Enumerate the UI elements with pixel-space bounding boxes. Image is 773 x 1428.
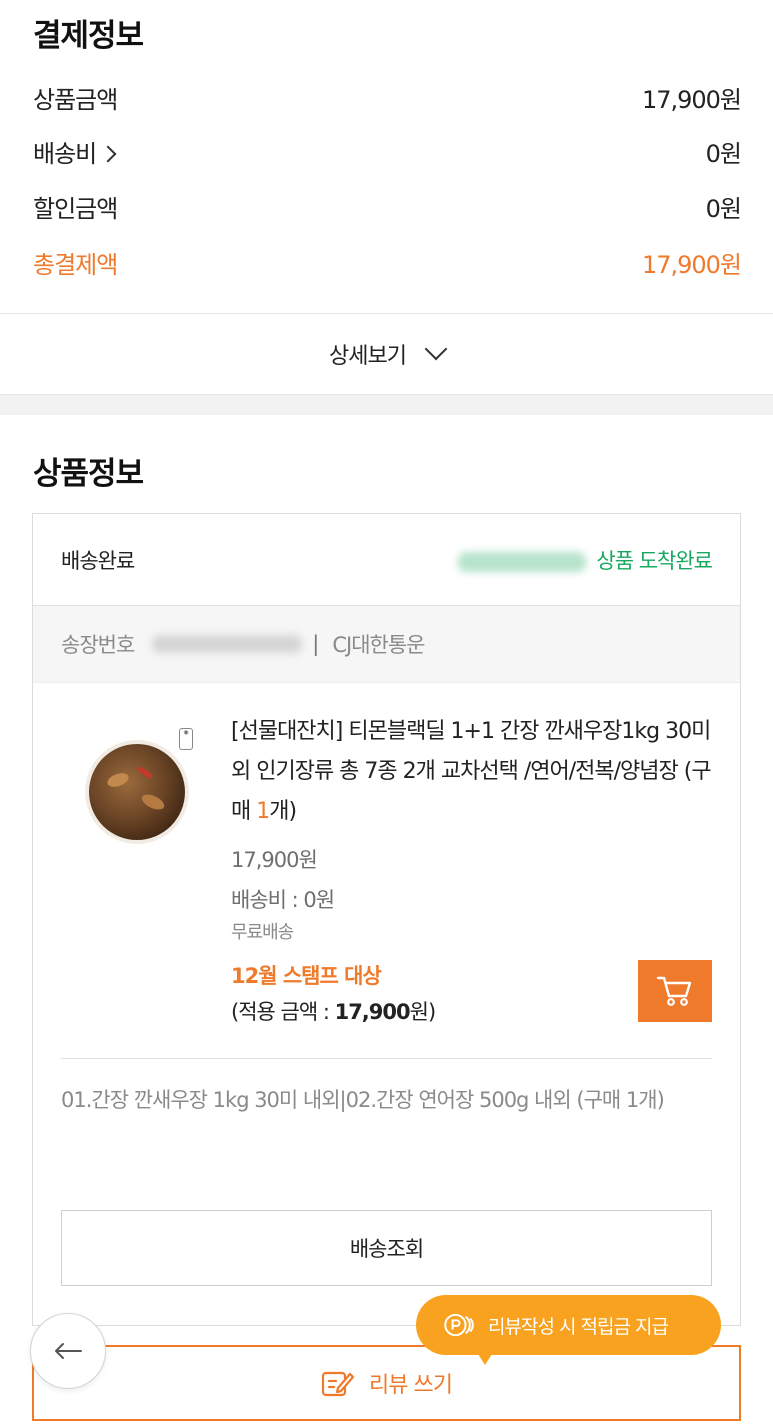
order-card: 배송완료 상품 도착완료 송장번호 | CJ대한통운 ◉ [선물대잔치] 티몬블… xyxy=(32,513,741,1326)
blurred-invoice-number xyxy=(152,635,303,653)
product-price: 17,900원 xyxy=(231,848,318,872)
section-divider xyxy=(0,395,773,415)
product-name[interactable]: [선물대잔치] 티몬블랙딜 1+1 간장 깐새우장1kg 30미 외 인기장류 … xyxy=(231,712,721,832)
applied-amount-value: 17,900 xyxy=(334,1000,411,1024)
total-label: 총결제액 xyxy=(33,250,118,279)
write-review-button[interactable]: 리뷰 쓰기 xyxy=(32,1345,741,1421)
payment-info-section: 결제정보 상품금액 17,900원 배송비 0원 할인금액 0원 총결제액 17… xyxy=(0,0,773,313)
delivery-status-label: 배송완료 xyxy=(61,548,135,573)
pencil-write-icon xyxy=(321,1371,355,1397)
chevron-down-icon xyxy=(424,337,448,361)
option-text: 01.간장 깐새우장 1kg 30미 내외|02.간장 연어장 500g 내외 … xyxy=(61,1088,665,1112)
shipping-fee-value: 0원 xyxy=(705,139,742,168)
product-amount-label: 상품금액 xyxy=(33,85,118,114)
product-shipping-fee: 배송비 : 0원 xyxy=(231,888,335,912)
total-value: 17,900원 xyxy=(641,250,742,279)
write-review-label: 리뷰 쓰기 xyxy=(369,1373,453,1398)
product-thumbnail[interactable] xyxy=(89,744,185,840)
review-reward-tooltip: 리뷰작성 시 적립금 지급 xyxy=(416,1295,721,1365)
applied-prefix: (적용 금액 : xyxy=(231,1000,335,1024)
carrier-name: CJ대한통운 xyxy=(332,633,425,657)
arrival-text: 상품 도착완료 xyxy=(596,548,713,573)
invoice-separator: | xyxy=(312,632,319,656)
product-amount-value: 17,900원 xyxy=(641,85,742,114)
free-shipping-label: 무료배송 xyxy=(231,922,294,943)
add-to-cart-button[interactable] xyxy=(638,960,712,1022)
product-amount-row: 상품금액 17,900원 xyxy=(33,77,742,117)
payment-info-title: 결제정보 xyxy=(33,18,144,54)
invoice-label: 송장번호 xyxy=(61,633,135,657)
back-button[interactable] xyxy=(30,1313,106,1389)
option-divider xyxy=(61,1058,712,1059)
product-qty-suffix: 개) xyxy=(269,799,297,824)
product-info-title: 상품정보 xyxy=(33,456,144,492)
shipping-fee-label-wrap[interactable]: 배송비 xyxy=(33,134,117,169)
arrival-status: 상품 도착완료 xyxy=(458,545,713,575)
discount-label: 할인금액 xyxy=(33,194,118,223)
blurred-date xyxy=(458,551,587,572)
product-qty-number: 1 xyxy=(256,799,270,824)
brand-logo-icon: ◉ xyxy=(179,728,193,750)
discount-row: 할인금액 0원 xyxy=(33,186,742,226)
total-row: 총결제액 17,900원 xyxy=(33,242,742,282)
shipping-fee-label: 배송비 xyxy=(33,139,97,168)
shipping-fee-row[interactable]: 배송비 0원 xyxy=(33,131,742,171)
product-image xyxy=(89,744,185,840)
point-coin-icon xyxy=(444,1313,474,1337)
delivery-status-row: 배송완료 상품 도착완료 xyxy=(33,514,740,606)
detail-toggle-label: 상세보기 xyxy=(329,344,407,369)
review-reward-text: 리뷰작성 시 적립금 지급 xyxy=(488,1315,669,1338)
arrow-left-icon xyxy=(55,1343,82,1359)
discount-value: 0원 xyxy=(705,194,742,223)
applied-suffix: 원) xyxy=(409,1000,436,1024)
product-name-text: [선물대잔치] 티몬블랙딜 1+1 간장 깐새우장1kg 30미 외 인기장류 … xyxy=(231,719,712,824)
invoice-row: 송장번호 | CJ대한통운 xyxy=(33,606,740,683)
garnish xyxy=(137,765,153,780)
chevron-right-icon xyxy=(99,145,117,162)
track-delivery-button[interactable]: 배송조회 xyxy=(61,1210,712,1286)
cart-icon xyxy=(656,976,692,1006)
detail-toggle-button[interactable]: 상세보기 xyxy=(0,313,773,395)
